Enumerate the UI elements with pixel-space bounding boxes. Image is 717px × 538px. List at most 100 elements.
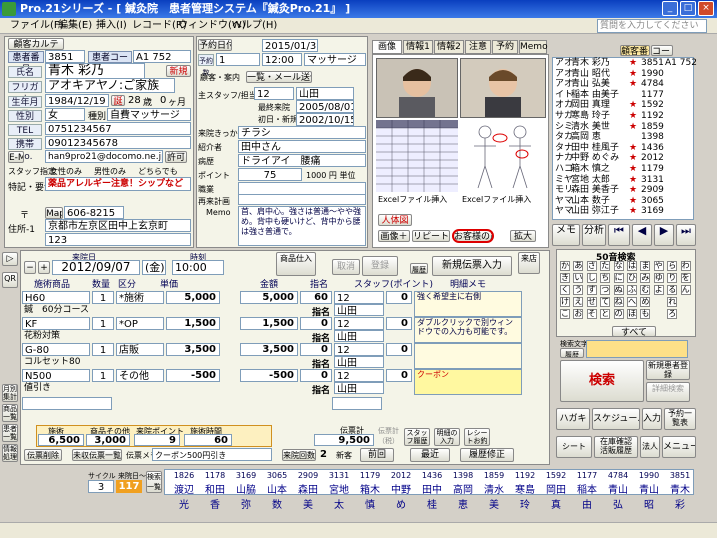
patient-list[interactable]: アオ 青木 彩乃 ★ 3851 A1 752 アオ 青山 昭代 ★ 1990 アオ 青山 弘美 ★ 47… [552, 57, 697, 220]
count-select[interactable]: 1 [216, 53, 260, 66]
last-visit-field[interactable]: 2005/08/01 [296, 100, 354, 113]
row-staff-no[interactable]: 12 [334, 343, 384, 356]
sheet-button[interactable]: シート [556, 436, 592, 458]
new-patient-button[interactable]: 新規患者登録 [646, 360, 690, 380]
kana-key[interactable]: お [573, 309, 584, 319]
row-price[interactable]: 1,500 [166, 317, 220, 330]
kana-key[interactable]: す [586, 285, 597, 295]
detail-search-button[interactable]: 詳細検索 [646, 382, 690, 402]
tab-info1[interactable]: 情報1 [403, 40, 433, 54]
last-record-icon[interactable]: ⏭ [676, 224, 696, 246]
row-code[interactable]: N500 [22, 369, 90, 382]
course-field[interactable]: マッサージ [304, 53, 366, 66]
kana-key[interactable]: く [560, 285, 570, 295]
search-button[interactable]: 検索 [560, 360, 644, 402]
row-staff[interactable]: 山田 [334, 330, 384, 342]
edit-history-button[interactable]: 履歴修正 [460, 448, 514, 462]
body-map-button[interactable]: 人体図 [378, 214, 412, 226]
kana-key[interactable]: ぬ [613, 285, 624, 295]
stock-button[interactable]: 在庫確認 活販履歴 [594, 436, 638, 458]
kana-key[interactable]: い [573, 273, 584, 283]
row-div[interactable]: *施術 [116, 291, 164, 304]
row-memo[interactable] [414, 343, 522, 369]
patient-no-field[interactable]: 3851 [45, 50, 85, 63]
kana-key[interactable]: り [667, 273, 678, 283]
kana-key[interactable]: な [613, 261, 624, 271]
visit-time-select[interactable]: 10:00 [172, 260, 224, 275]
row-div[interactable]: *OP [116, 317, 164, 330]
kana-key[interactable]: ね [613, 297, 624, 307]
tab-memo[interactable]: Memo [519, 40, 548, 54]
kana-key[interactable]: の [613, 309, 624, 319]
kana-key[interactable]: ほ [627, 309, 637, 319]
kana-key[interactable]: は [627, 261, 637, 271]
search-text-field[interactable] [586, 340, 688, 358]
type-select[interactable]: 自費マッサージ [107, 108, 191, 121]
row-memo[interactable]: ダブルクリックで別ウィンドウでの入力も可能です。 [414, 317, 522, 343]
recent-patient-name[interactable]: 山本 数 [262, 481, 292, 511]
schedule-button[interactable]: スケジュール [592, 408, 640, 430]
recent-patient-name[interactable]: 田中 桂 [417, 481, 447, 511]
row-staff[interactable]: 山田 [334, 304, 384, 316]
memo-button[interactable]: メモ [552, 224, 580, 246]
patient-code-field[interactable]: A1 752 [133, 50, 191, 63]
recent-patient-name[interactable]: 宮地 太 [324, 481, 354, 511]
right-hdr-no[interactable]: 顧客番号 [620, 45, 650, 56]
kana-key[interactable]: ん [680, 285, 691, 295]
kana-key[interactable]: と [600, 309, 611, 319]
kana-key[interactable]: そ [586, 309, 597, 319]
right-hdr-code[interactable]: コード [651, 45, 673, 56]
trigger-select[interactable]: チラシ [238, 126, 366, 139]
empty-row-item[interactable] [22, 397, 112, 410]
row-qty[interactable]: 1 [92, 369, 114, 382]
kana-key[interactable]: あ [573, 261, 584, 271]
kana-key[interactable]: ゆ [653, 273, 664, 283]
kana-field[interactable]: アオキアヤノ:ご家族 [45, 78, 175, 93]
row-code[interactable]: H60 [22, 291, 90, 304]
menu-insert[interactable]: 挿入(I) [96, 19, 127, 33]
kana-key[interactable]: し [586, 273, 597, 283]
recent-patient-name[interactable]: 岡田 真 [541, 481, 571, 511]
repeat-button[interactable]: リピート分 [412, 230, 450, 242]
row-qty[interactable]: 1 [92, 317, 114, 330]
kana-key[interactable]: ひ [627, 273, 637, 283]
sidebar-toggle-icon[interactable]: ▷ [2, 252, 18, 266]
kana-key[interactable]: さ [586, 261, 597, 271]
row-staff[interactable]: 山田 [334, 356, 384, 368]
patient-list-item[interactable]: ナカ 中野 めぐみ ★ 2012 [555, 153, 693, 164]
maximize-button[interactable]: □ [680, 1, 696, 16]
staff-either-radio[interactable]: どちらでも [138, 166, 178, 177]
patient-list-item[interactable]: ハコ 箱木 慎之 ★ 1179 [555, 164, 693, 175]
help-search-input[interactable]: 質問を入力してください [597, 19, 707, 33]
mobile-field[interactable]: 09012345678 [45, 136, 191, 149]
introducer-field[interactable]: 田中さん [238, 140, 366, 153]
recent-button[interactable]: 来店 [518, 252, 540, 274]
row-memo[interactable]: 強く希望主に右側 [414, 291, 522, 317]
sex-select[interactable]: 女 [45, 108, 85, 121]
row-staff-no[interactable]: 12 [334, 317, 384, 330]
kana-key[interactable]: み [640, 273, 651, 283]
sidebar-qr[interactable]: QR [2, 272, 18, 288]
zoom-button[interactable]: 拡大 [510, 230, 536, 242]
patient-list-item[interactable]: アオ 青山 昭代 ★ 1990 [555, 69, 693, 80]
contact-button[interactable]: 一覧・メール送信 [246, 71, 312, 83]
email-field[interactable]: han9pro21@docomo.ne.jp [45, 150, 163, 163]
row-staff-no[interactable]: 12 [334, 369, 384, 382]
prev-visit-button[interactable]: 前回 [360, 448, 394, 462]
minimize-button[interactable]: _ [662, 1, 678, 16]
recent-patient-name[interactable]: 森田 美 [293, 481, 323, 511]
kana-key[interactable]: え [573, 297, 584, 307]
patient-list-item[interactable]: ミヤ 宮地 太郎 ★ 3131 [555, 175, 693, 186]
map-button[interactable]: Map [45, 207, 63, 219]
kana-key[interactable]: た [600, 261, 611, 271]
item-add-button[interactable]: 商品仕入 [276, 252, 316, 276]
zip-field[interactable]: 606-8215 [64, 206, 124, 219]
tab-caution[interactable]: 注意 [465, 40, 491, 54]
time-field[interactable]: 12:00 [262, 53, 302, 66]
kana-key[interactable]: を [680, 273, 691, 283]
sidebar-patients[interactable]: 患者一覧 [2, 424, 18, 442]
recent-patient-name[interactable]: 渡辺 光 [169, 481, 199, 511]
kana-key[interactable]: わ [680, 261, 691, 271]
excel-insert-1[interactable]: Excelファイル挿入 [378, 194, 447, 205]
recent-patient-name[interactable]: 青木 彩 [665, 481, 695, 511]
